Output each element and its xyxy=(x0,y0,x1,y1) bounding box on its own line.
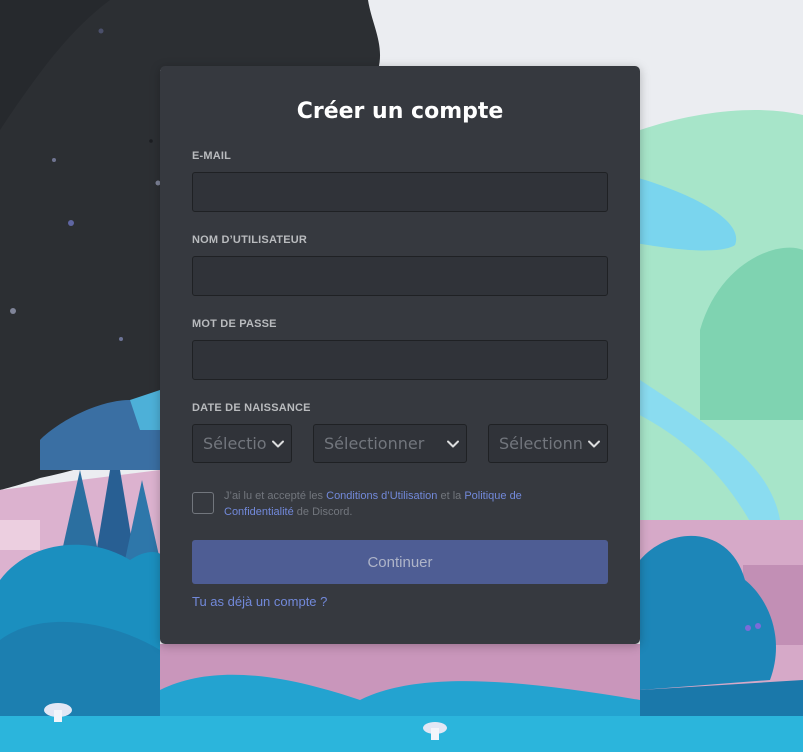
month-select-value: Sélectionner xyxy=(324,434,425,453)
password-input[interactable] xyxy=(192,340,608,380)
year-select[interactable]: Sélectionner xyxy=(488,424,608,463)
chevron-down-icon xyxy=(447,440,459,448)
username-field-group: NOM D’UTILISATEUR xyxy=(192,233,608,296)
dob-field-group: DATE DE NAISSANCE Sélectionner Sélection… xyxy=(192,401,608,464)
terms-text: J’ai lu et accepté les Conditions d’Util… xyxy=(224,488,584,520)
terms-text-part-2: et la xyxy=(437,490,465,502)
username-label: NOM D’UTILISATEUR xyxy=(192,234,308,246)
register-card: Créer un compte E-MAIL NOM D’UTILISATEUR… xyxy=(160,66,640,644)
tos-link[interactable]: Conditions d’Utilisation xyxy=(326,490,437,502)
month-select[interactable]: Sélectionner xyxy=(313,424,467,463)
email-label: E-MAIL xyxy=(192,150,232,162)
page-title: Créer un compte xyxy=(296,99,504,124)
terms-checkbox[interactable] xyxy=(192,492,214,514)
email-field-group: E-MAIL xyxy=(192,149,608,212)
page: Créer un compte E-MAIL NOM D’UTILISATEUR… xyxy=(0,0,803,752)
day-select[interactable]: Sélectionner xyxy=(192,424,292,463)
terms-text-part-3: de Discord. xyxy=(293,506,353,518)
password-field-group: MOT DE PASSE xyxy=(192,317,608,380)
password-label: MOT DE PASSE xyxy=(192,318,277,330)
username-input[interactable] xyxy=(192,256,608,296)
continue-button[interactable]: Continuer xyxy=(192,540,608,584)
chevron-down-icon xyxy=(272,440,284,448)
email-input[interactable] xyxy=(192,172,608,212)
terms-row: J’ai lu et accepté les Conditions d’Util… xyxy=(192,488,608,522)
day-select-value: Sélectionner xyxy=(203,434,267,453)
dob-selects: Sélectionner Sélectionner Sélectionner xyxy=(192,424,608,464)
dob-label: DATE DE NAISSANCE xyxy=(192,402,311,414)
login-link[interactable]: Tu as déjà un compte ? xyxy=(192,594,327,610)
terms-text-part-1: J’ai lu et accepté les xyxy=(224,490,327,502)
year-select-value: Sélectionner xyxy=(499,434,583,453)
chevron-down-icon xyxy=(588,440,600,448)
